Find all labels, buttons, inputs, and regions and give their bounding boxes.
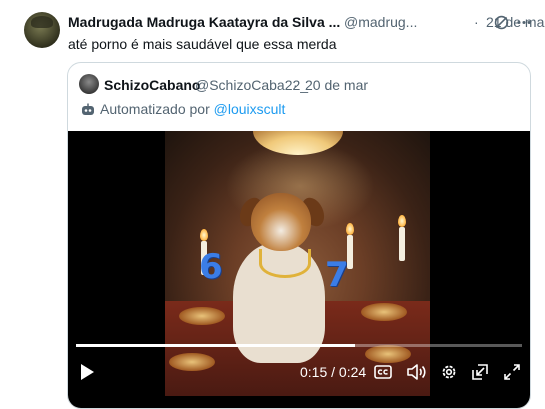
scene-number-seven: 7 xyxy=(325,255,349,295)
automated-label-text: Automatizado por xyxy=(100,101,210,117)
video-duration: 0:24 xyxy=(338,364,367,380)
fullscreen-icon[interactable] xyxy=(503,363,521,381)
play-icon[interactable] xyxy=(79,363,95,381)
grok-icon[interactable] xyxy=(493,14,510,31)
quote-author-name[interactable]: SchizoCabano xyxy=(104,77,200,93)
closed-captions-icon[interactable] xyxy=(374,364,392,380)
avatar[interactable] xyxy=(24,12,60,48)
author-name[interactable]: Madrugada Madruga Kaatayra da Silva ... xyxy=(68,14,340,30)
quoted-tweet[interactable]: SchizoCabano @SchizoCaba22_ · 20 de mar … xyxy=(67,62,531,409)
video-progress-fill xyxy=(76,344,355,347)
video-progress-bar[interactable] xyxy=(76,344,522,347)
video-frame[interactable]: 6 7 xyxy=(165,131,430,396)
more-options-icon[interactable] xyxy=(515,14,533,31)
author-handle[interactable]: @madrug... xyxy=(344,14,417,30)
automated-by-link[interactable]: @louixscult xyxy=(214,101,286,117)
automated-by-label: Automatizado por @louixscult xyxy=(100,101,285,117)
tweet-text: até porno é mais saudável que essa merda xyxy=(68,36,337,52)
settings-icon[interactable] xyxy=(440,363,458,381)
quote-timestamp[interactable]: 20 de mar xyxy=(305,77,368,93)
video-player[interactable]: 6 7 0:15 / 0:24 xyxy=(68,131,530,408)
tweet-header: Madrugada Madruga Kaatayra da Silva ... … xyxy=(68,14,545,34)
video-time-readout: 0:15 / 0:24 xyxy=(300,364,366,380)
volume-icon[interactable] xyxy=(406,363,426,381)
quote-author-handle[interactable]: @SchizoCaba22_ xyxy=(195,77,308,93)
video-time-separator: / xyxy=(327,364,339,380)
picture-in-picture-icon[interactable] xyxy=(471,363,489,381)
separator-dot: · xyxy=(474,14,479,30)
quote-separator-dot: · xyxy=(293,77,298,93)
bot-icon xyxy=(82,103,94,115)
scene-number-six: 6 xyxy=(199,247,223,287)
quote-avatar[interactable] xyxy=(79,74,99,94)
video-elapsed-time: 0:15 xyxy=(300,364,328,380)
